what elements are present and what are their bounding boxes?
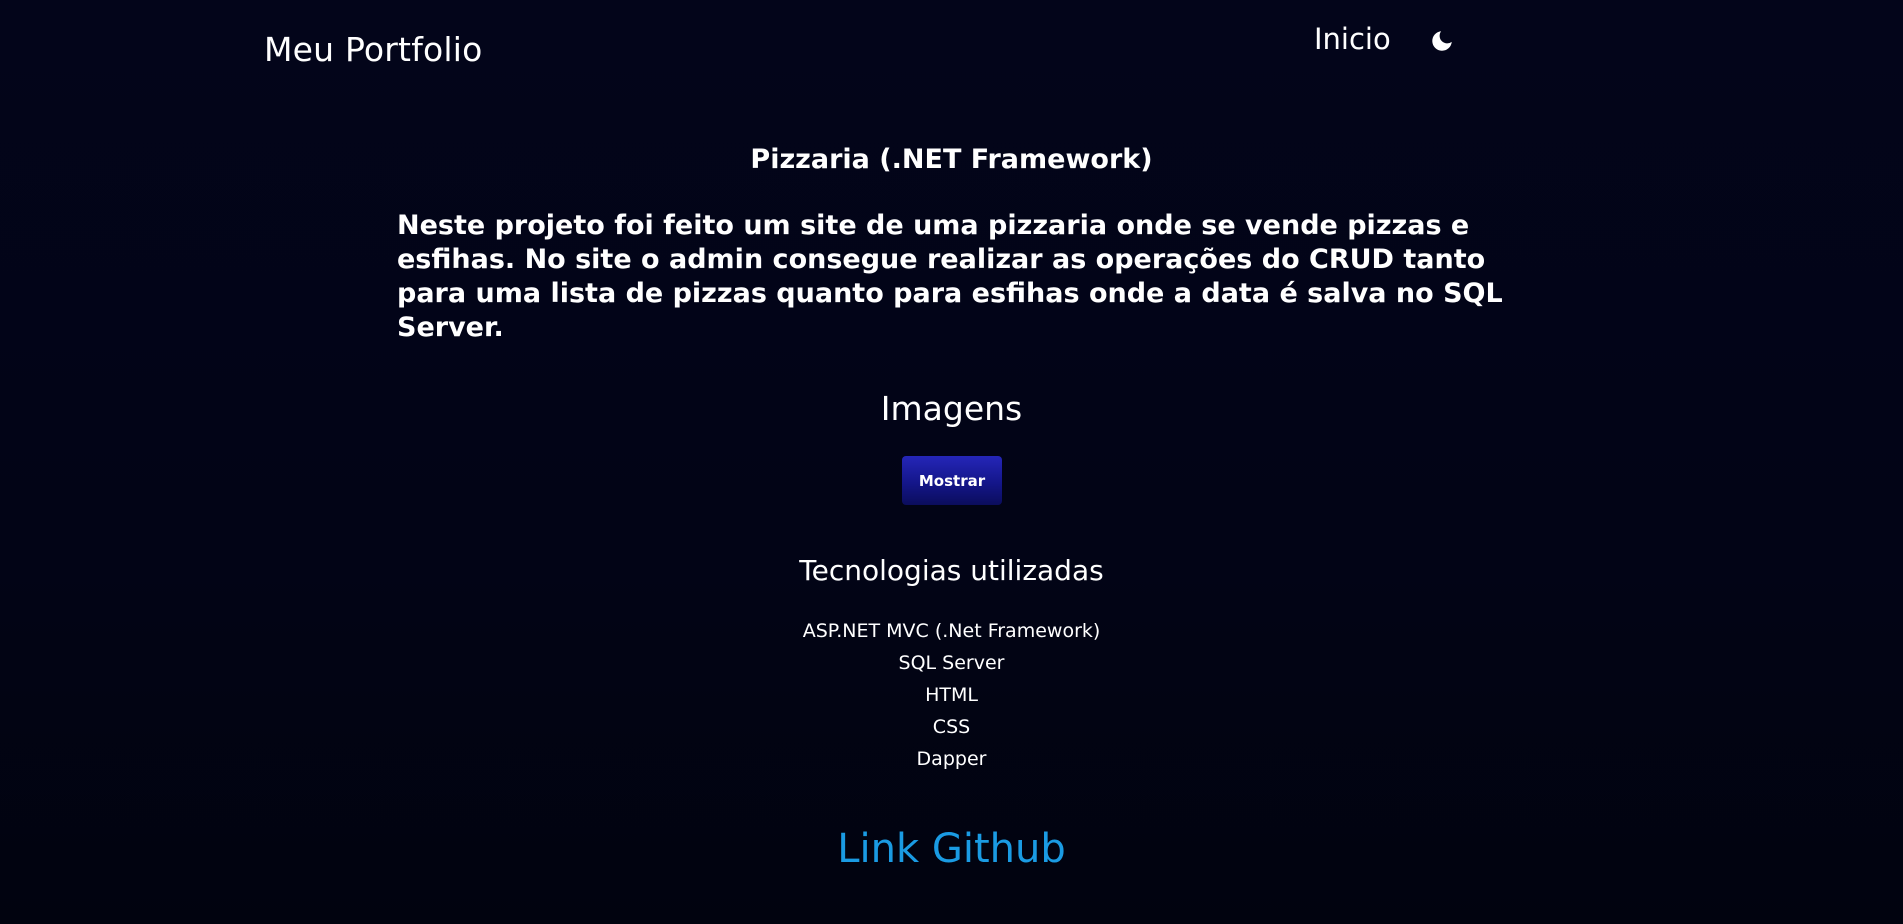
technology-item: ASP.NET MVC (.Net Framework)	[802, 620, 1101, 642]
show-images-button[interactable]: Mostrar	[902, 456, 1002, 505]
technology-item: Dapper	[916, 748, 987, 770]
brand-title[interactable]: Meu Portfolio	[264, 30, 483, 69]
nav-menu: Inicio	[1314, 22, 1457, 56]
top-navbar: Meu Portfolio Inicio	[0, 0, 1903, 100]
github-link[interactable]: Link Github	[0, 826, 1903, 872]
technologies-heading: Tecnologias utilizadas	[799, 554, 1104, 587]
project-title: Pizzaria (.NET Framework)	[750, 144, 1153, 175]
images-heading: Imagens	[880, 389, 1023, 428]
nav-link-inicio[interactable]: Inicio	[1314, 22, 1391, 56]
technology-item: CSS	[932, 716, 971, 738]
page: Meu Portfolio Inicio Pizzaria (.NET Fram…	[0, 0, 1903, 924]
technologies-list: ASP.NET MVC (.Net Framework) SQL Server …	[0, 615, 1903, 775]
technology-item: SQL Server	[898, 652, 1005, 674]
theme-toggle-button[interactable]	[1427, 26, 1457, 56]
technology-item: HTML	[925, 684, 978, 706]
project-description: Neste projeto foi feito um site de uma p…	[397, 210, 1503, 343]
moon-icon	[1432, 31, 1452, 51]
